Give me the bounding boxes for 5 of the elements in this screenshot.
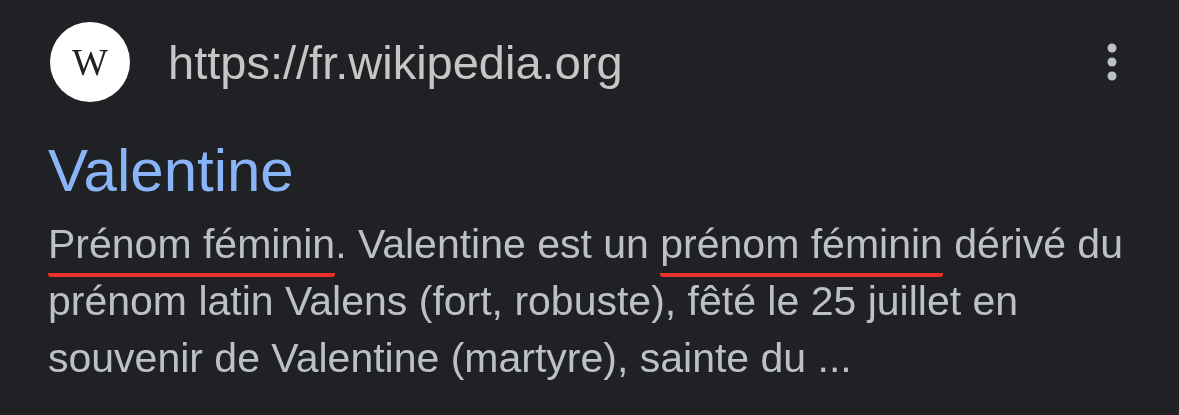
- result-title-link[interactable]: Valentine: [48, 138, 1129, 204]
- snippet-text: Prénom féminin. Valentine est un prénom féminin dérivé du prénom latin Valens (fort, robuste), fêté le 25 juillet en souvenir de Valentine (martyre), sainte du ...: [48, 220, 1124, 383]
- site-url[interactable]: https://fr.wikipedia.org: [168, 34, 1106, 90]
- more-options-icon[interactable]: [1106, 42, 1118, 82]
- favicon-icon: W: [50, 22, 130, 102]
